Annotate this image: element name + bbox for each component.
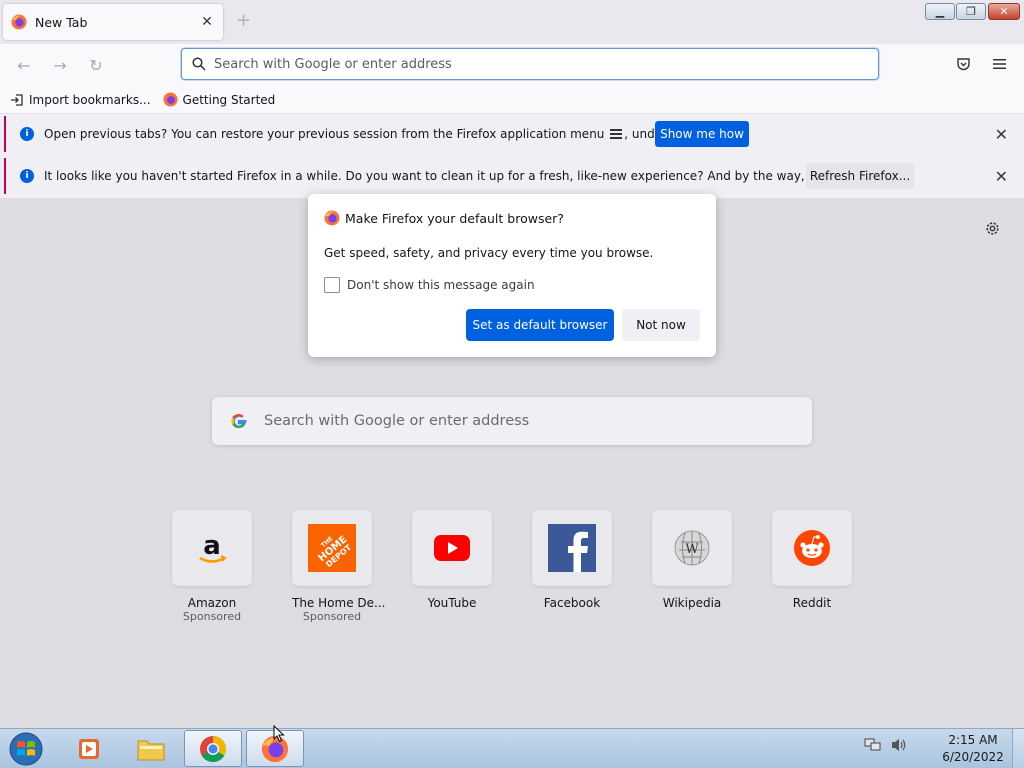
windows-start-icon[interactable]	[6, 731, 46, 767]
dialog-title: Make Firefox your default browser?	[324, 210, 564, 226]
nav-bar: ← → ↻	[0, 44, 1024, 86]
clock[interactable]: 2:15 AM 6/20/2022	[938, 732, 1008, 766]
info-icon: i	[20, 169, 34, 183]
notification-message: It looks like you haven't started Firefo…	[44, 169, 900, 183]
tile-icon-box	[532, 510, 612, 586]
tile-icon-box	[772, 510, 852, 586]
top-site-home-depot[interactable]: THE HOME DEPOT The Home De... Sponsored	[292, 510, 386, 623]
top-site-youtube[interactable]: YouTube	[412, 510, 492, 610]
close-icon[interactable]: ✕	[995, 167, 1008, 186]
media-player-icon	[79, 738, 99, 759]
back-arrow-icon[interactable]: ←	[13, 54, 35, 76]
amazon-icon: a	[199, 531, 227, 563]
firefox-icon	[11, 14, 27, 30]
show-desktop-button[interactable]	[1012, 729, 1024, 768]
top-site-facebook[interactable]: Facebook	[532, 510, 612, 610]
taskbar: 2:15 AM 6/20/2022	[0, 725, 1024, 768]
reload-icon[interactable]: ↻	[85, 54, 107, 76]
import-icon	[11, 93, 23, 106]
bookmark-label: Import bookmarks...	[29, 92, 151, 107]
chrome-icon	[200, 735, 227, 762]
google-icon	[231, 414, 247, 429]
bookmark-import[interactable]: Import bookmarks...	[10, 93, 151, 107]
volume-icon[interactable]	[890, 737, 908, 753]
bookmark-label: Getting Started	[182, 92, 276, 107]
tab-title: New Tab	[35, 14, 88, 30]
dialog-title-text: Make Firefox your default browser?	[345, 210, 564, 226]
window-minimize-button[interactable]: ▁	[925, 3, 955, 20]
search-icon	[192, 57, 206, 71]
new-tab-plus-icon[interactable]: +	[236, 10, 251, 31]
window-close-button[interactable]: ✕	[988, 3, 1020, 20]
network-icon[interactable]	[864, 737, 882, 753]
restore-session-notification: i Open previous tabs? You can restore yo…	[4, 116, 1020, 152]
firefox-icon	[324, 210, 340, 226]
url-bar[interactable]	[181, 48, 879, 80]
refresh-firefox-notification: i It looks like you haven't started Fire…	[4, 158, 1020, 194]
dialog-body: Get speed, safety, and privacy every tim…	[324, 246, 654, 260]
app-menu-icon[interactable]	[993, 58, 1006, 70]
folder-icon	[137, 740, 165, 760]
home-depot-icon: THE HOME DEPOT	[308, 524, 356, 572]
checkbox[interactable]	[324, 277, 340, 293]
content-search-box[interactable]: Search with Google or enter address	[212, 397, 812, 445]
bookmark-getting-started[interactable]: Getting Started	[162, 92, 276, 107]
youtube-icon	[434, 535, 470, 561]
tab-new-tab[interactable]: New Tab ✕	[3, 4, 223, 40]
tile-icon-box: a	[172, 510, 252, 586]
content-search-placeholder: Search with Google or enter address	[264, 413, 530, 429]
tile-title: Facebook	[543, 596, 601, 610]
pocket-icon[interactable]	[956, 57, 971, 72]
clock-date: 6/20/2022	[942, 750, 1004, 764]
top-site-wikipedia[interactable]: W Wikipedia	[652, 510, 732, 610]
dont-show-again-checkbox[interactable]: Don't show this message again	[324, 277, 535, 293]
refresh-firefox-button[interactable]: Refresh Firefox...	[806, 163, 914, 189]
taskbar-explorer[interactable]	[122, 730, 180, 767]
facebook-icon	[548, 524, 596, 572]
firefox-icon	[162, 92, 178, 107]
tab-bar: New Tab ✕ + ▁ ❐ ✕	[0, 0, 1024, 44]
mouse-cursor-icon	[273, 725, 285, 743]
bookmarks-toolbar: Import bookmarks... Getting Started	[0, 86, 1024, 114]
show-me-how-button[interactable]: Show me how	[655, 121, 749, 147]
info-icon: i	[20, 127, 34, 141]
checkbox-label: Don't show this message again	[347, 278, 535, 292]
gear-icon[interactable]	[984, 220, 1001, 237]
tile-title: Wikipedia	[662, 596, 722, 610]
clock-time: 2:15 AM	[948, 733, 998, 747]
tile-title: Reddit	[792, 596, 832, 610]
app-menu-inline-icon	[610, 129, 623, 139]
set-default-browser-button[interactable]: Set as default browser	[466, 309, 614, 341]
tile-icon-box: THE HOME DEPOT	[292, 510, 372, 586]
window-restore-button[interactable]: ❐	[956, 3, 986, 20]
tile-icon-box	[412, 510, 492, 586]
taskbar-media-player[interactable]	[60, 730, 118, 767]
forward-arrow-icon[interactable]: →	[49, 54, 71, 76]
close-icon[interactable]: ✕	[995, 125, 1008, 144]
taskbar-chrome[interactable]	[184, 730, 242, 767]
notification-message: Open previous tabs? You can restore your…	[44, 127, 716, 141]
top-site-reddit[interactable]: Reddit	[772, 510, 852, 610]
top-site-amazon[interactable]: a Amazon Sponsored	[172, 510, 252, 623]
svg-text:a: a	[203, 531, 221, 561]
default-browser-dialog: Make Firefox your default browser? Get s…	[308, 194, 716, 357]
tab-close-icon[interactable]: ✕	[199, 14, 215, 30]
not-now-button[interactable]: Not now	[622, 309, 700, 341]
svg-text:W: W	[685, 542, 699, 557]
tile-title: The Home De...	[292, 596, 386, 610]
tile-sponsored: Sponsored	[302, 610, 362, 623]
tile-icon-box: W	[652, 510, 732, 586]
url-input[interactable]	[214, 56, 854, 72]
reddit-icon	[794, 530, 830, 566]
wikipedia-icon: W	[674, 530, 710, 566]
tile-title: YouTube	[427, 596, 477, 610]
tile-title: Amazon	[187, 596, 237, 610]
tile-sponsored: Sponsored	[182, 610, 242, 623]
system-tray	[864, 737, 908, 753]
